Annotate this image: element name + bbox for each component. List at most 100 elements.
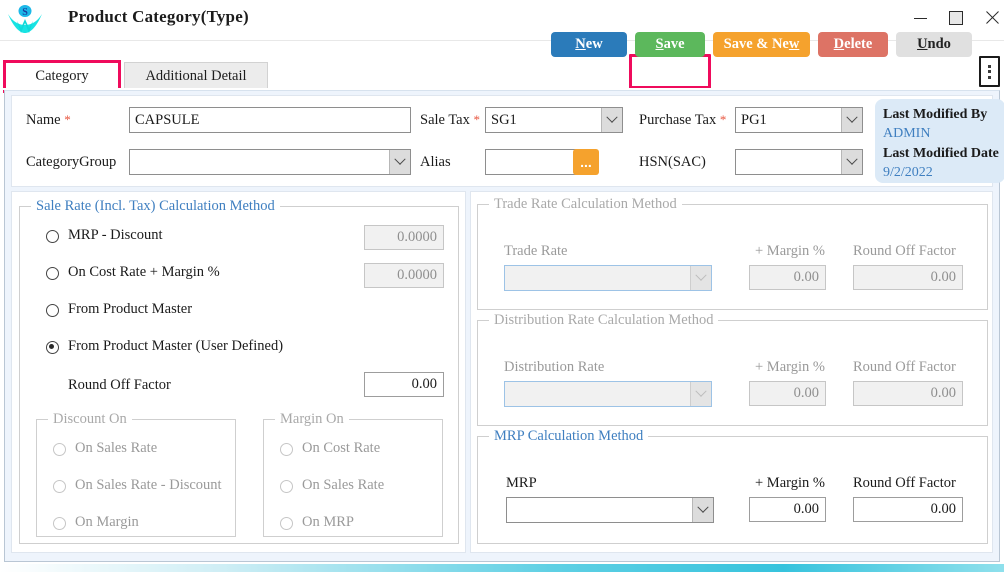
sale-rate-legend: Sale Rate (Incl. Tax) Calculation Method [31,198,280,215]
delete-button-label: elete [844,36,873,52]
action-toolbar: New Save Save & New Delete Undo [0,26,1004,89]
radio-from-product-master-label: From Product Master [68,301,193,317]
hsn-combo[interactable] [735,149,863,175]
undo-button[interactable]: Undo [896,32,972,57]
chevron-down-icon [690,266,711,290]
purchase-tax-required-marker: * [719,112,727,127]
on-cost-rate-margin-value [364,263,444,288]
save-and-new-button-accel: w [788,36,800,52]
trade-rate-margin-label: + Margin % [755,243,825,259]
radio-discount-on-sales-rate-label: On Sales Rate [75,440,158,456]
sale-tax-required-marker: * [473,112,480,127]
category-group-combo[interactable] [129,149,411,175]
radio-indicator [280,443,293,456]
radio-discount-on-margin-label: On Margin [75,514,139,530]
radio-indicator [280,517,293,530]
trade-rate-round-off-label: Round Off Factor [853,243,956,259]
purchase-tax-value: PG1 [741,112,767,128]
undo-button-accel: U [917,36,928,52]
rate-methods-panel: Trade Rate Calculation Method Trade Rate… [470,191,993,553]
new-button-accel: N [575,36,586,52]
save-and-new-button-label: Save & Ne [723,36,789,52]
purchase-tax-label: Purchase Tax * [639,112,727,128]
sale-rate-round-off-input[interactable] [364,372,444,397]
content-area: Name * CategoryGroup Sale Tax * SG1 Alia… [4,90,1004,562]
new-button-label: ew [585,36,603,52]
distribution-rate-label: Distribution Rate [504,359,605,375]
discount-on-legend: Discount On [48,411,132,428]
last-modified-by-label: Last Modified By [883,107,988,122]
new-button[interactable]: New [551,32,627,57]
radio-from-product-master-user-defined-label: From Product Master (User Defined) [68,338,284,354]
distribution-rate-round-off-input [853,381,963,406]
margin-on-legend: Margin On [275,411,349,428]
distribution-rate-margin-input [749,381,826,406]
last-modified-date-value: 9/2/2022 [883,165,933,180]
mrp-groupbox: MRP Calculation Method MRP + Margin % Ro… [477,428,988,544]
chevron-down-icon [841,108,862,132]
trade-rate-groupbox: Trade Rate Calculation Method Trade Rate… [477,196,988,310]
trade-rate-legend: Trade Rate Calculation Method [489,196,682,213]
svg-text:S: S [22,7,28,18]
radio-indicator [53,480,66,493]
radio-indicator [53,517,66,530]
distribution-rate-round-off-label: Round Off Factor [853,359,956,375]
mrp-label: MRP [506,475,537,491]
radio-margin-on-sales-rate-label: On Sales Rate [302,477,385,493]
distribution-rate-margin-label: + Margin % [755,359,825,375]
chevron-down-icon [389,150,410,174]
mrp-margin-label: + Margin % [755,475,825,491]
trade-rate-combo[interactable] [504,265,712,291]
bottom-accent-strip [0,564,1004,572]
sale-rate-groupbox: Sale Rate (Incl. Tax) Calculation Method… [19,198,459,544]
radio-indicator [53,443,66,456]
trade-rate-label: Trade Rate [504,243,568,259]
alias-browse-button[interactable]: ... [573,149,599,175]
mrp-combo[interactable] [506,497,714,523]
alias-label: Alias [420,154,451,170]
distribution-rate-groupbox: Distribution Rate Calculation Method Dis… [477,312,988,426]
trade-rate-round-off-input [853,265,963,290]
radio-on-cost-rate-margin-label: On Cost Rate + Margin % [68,264,220,280]
mrp-legend: MRP Calculation Method [489,428,649,445]
product-category-window: S Product Category(Type) New Save Save &… [0,0,1004,572]
category-group-label: CategoryGroup [26,154,117,170]
chevron-down-icon [841,150,862,174]
radio-indicator [46,267,59,280]
header-form-panel: Name * CategoryGroup Sale Tax * SG1 Alia… [11,95,1004,187]
radio-indicator [46,341,59,354]
trade-rate-margin-input [749,265,826,290]
name-input[interactable] [129,107,411,133]
delete-button-accel: D [833,36,845,52]
tab-additional-detail[interactable]: Additional Detail [124,62,268,89]
save-and-new-button[interactable]: Save & New [713,32,810,57]
margin-on-groupbox: Margin On On Cost Rate On Sales Rate On … [263,411,443,537]
undo-button-label: ndo [927,36,951,52]
sale-tax-value: SG1 [491,112,517,128]
sale-tax-label: Sale Tax * [420,112,480,128]
mrp-margin-input[interactable] [749,497,826,522]
discount-on-groupbox: Discount On On Sales Rate On Sales Rate … [36,411,236,537]
radio-indicator [46,304,59,317]
tab-category[interactable]: Category [8,62,116,89]
radio-margin-on-mrp-label: On MRP [302,514,354,530]
radio-discount-on-sales-rate-discount-label: On Sales Rate - Discount [75,477,222,493]
distribution-rate-combo[interactable] [504,381,712,407]
page-title: Product Category(Type) [68,7,249,26]
distribution-rate-legend: Distribution Rate Calculation Method [489,312,719,329]
radio-indicator [46,230,59,243]
last-modified-date-label: Last Modified Date [883,146,999,161]
save-button[interactable]: Save [635,32,705,57]
delete-button[interactable]: Delete [818,32,888,57]
purchase-tax-combo[interactable]: PG1 [735,107,863,133]
tab-strip: Category Additional Detail [0,62,1004,90]
last-modified-by-value: ADMIN [883,126,931,141]
save-button-label: ave [663,36,685,52]
chevron-down-icon [601,108,622,132]
sale-rate-panel: Sale Rate (Incl. Tax) Calculation Method… [11,191,466,553]
mrp-round-off-label: Round Off Factor [853,475,956,491]
mrp-round-off-input[interactable] [853,497,963,522]
sale-rate-round-off-label: Round Off Factor [68,377,171,393]
sale-tax-combo[interactable]: SG1 [485,107,623,133]
hsn-label: HSN(SAC) [639,154,706,170]
